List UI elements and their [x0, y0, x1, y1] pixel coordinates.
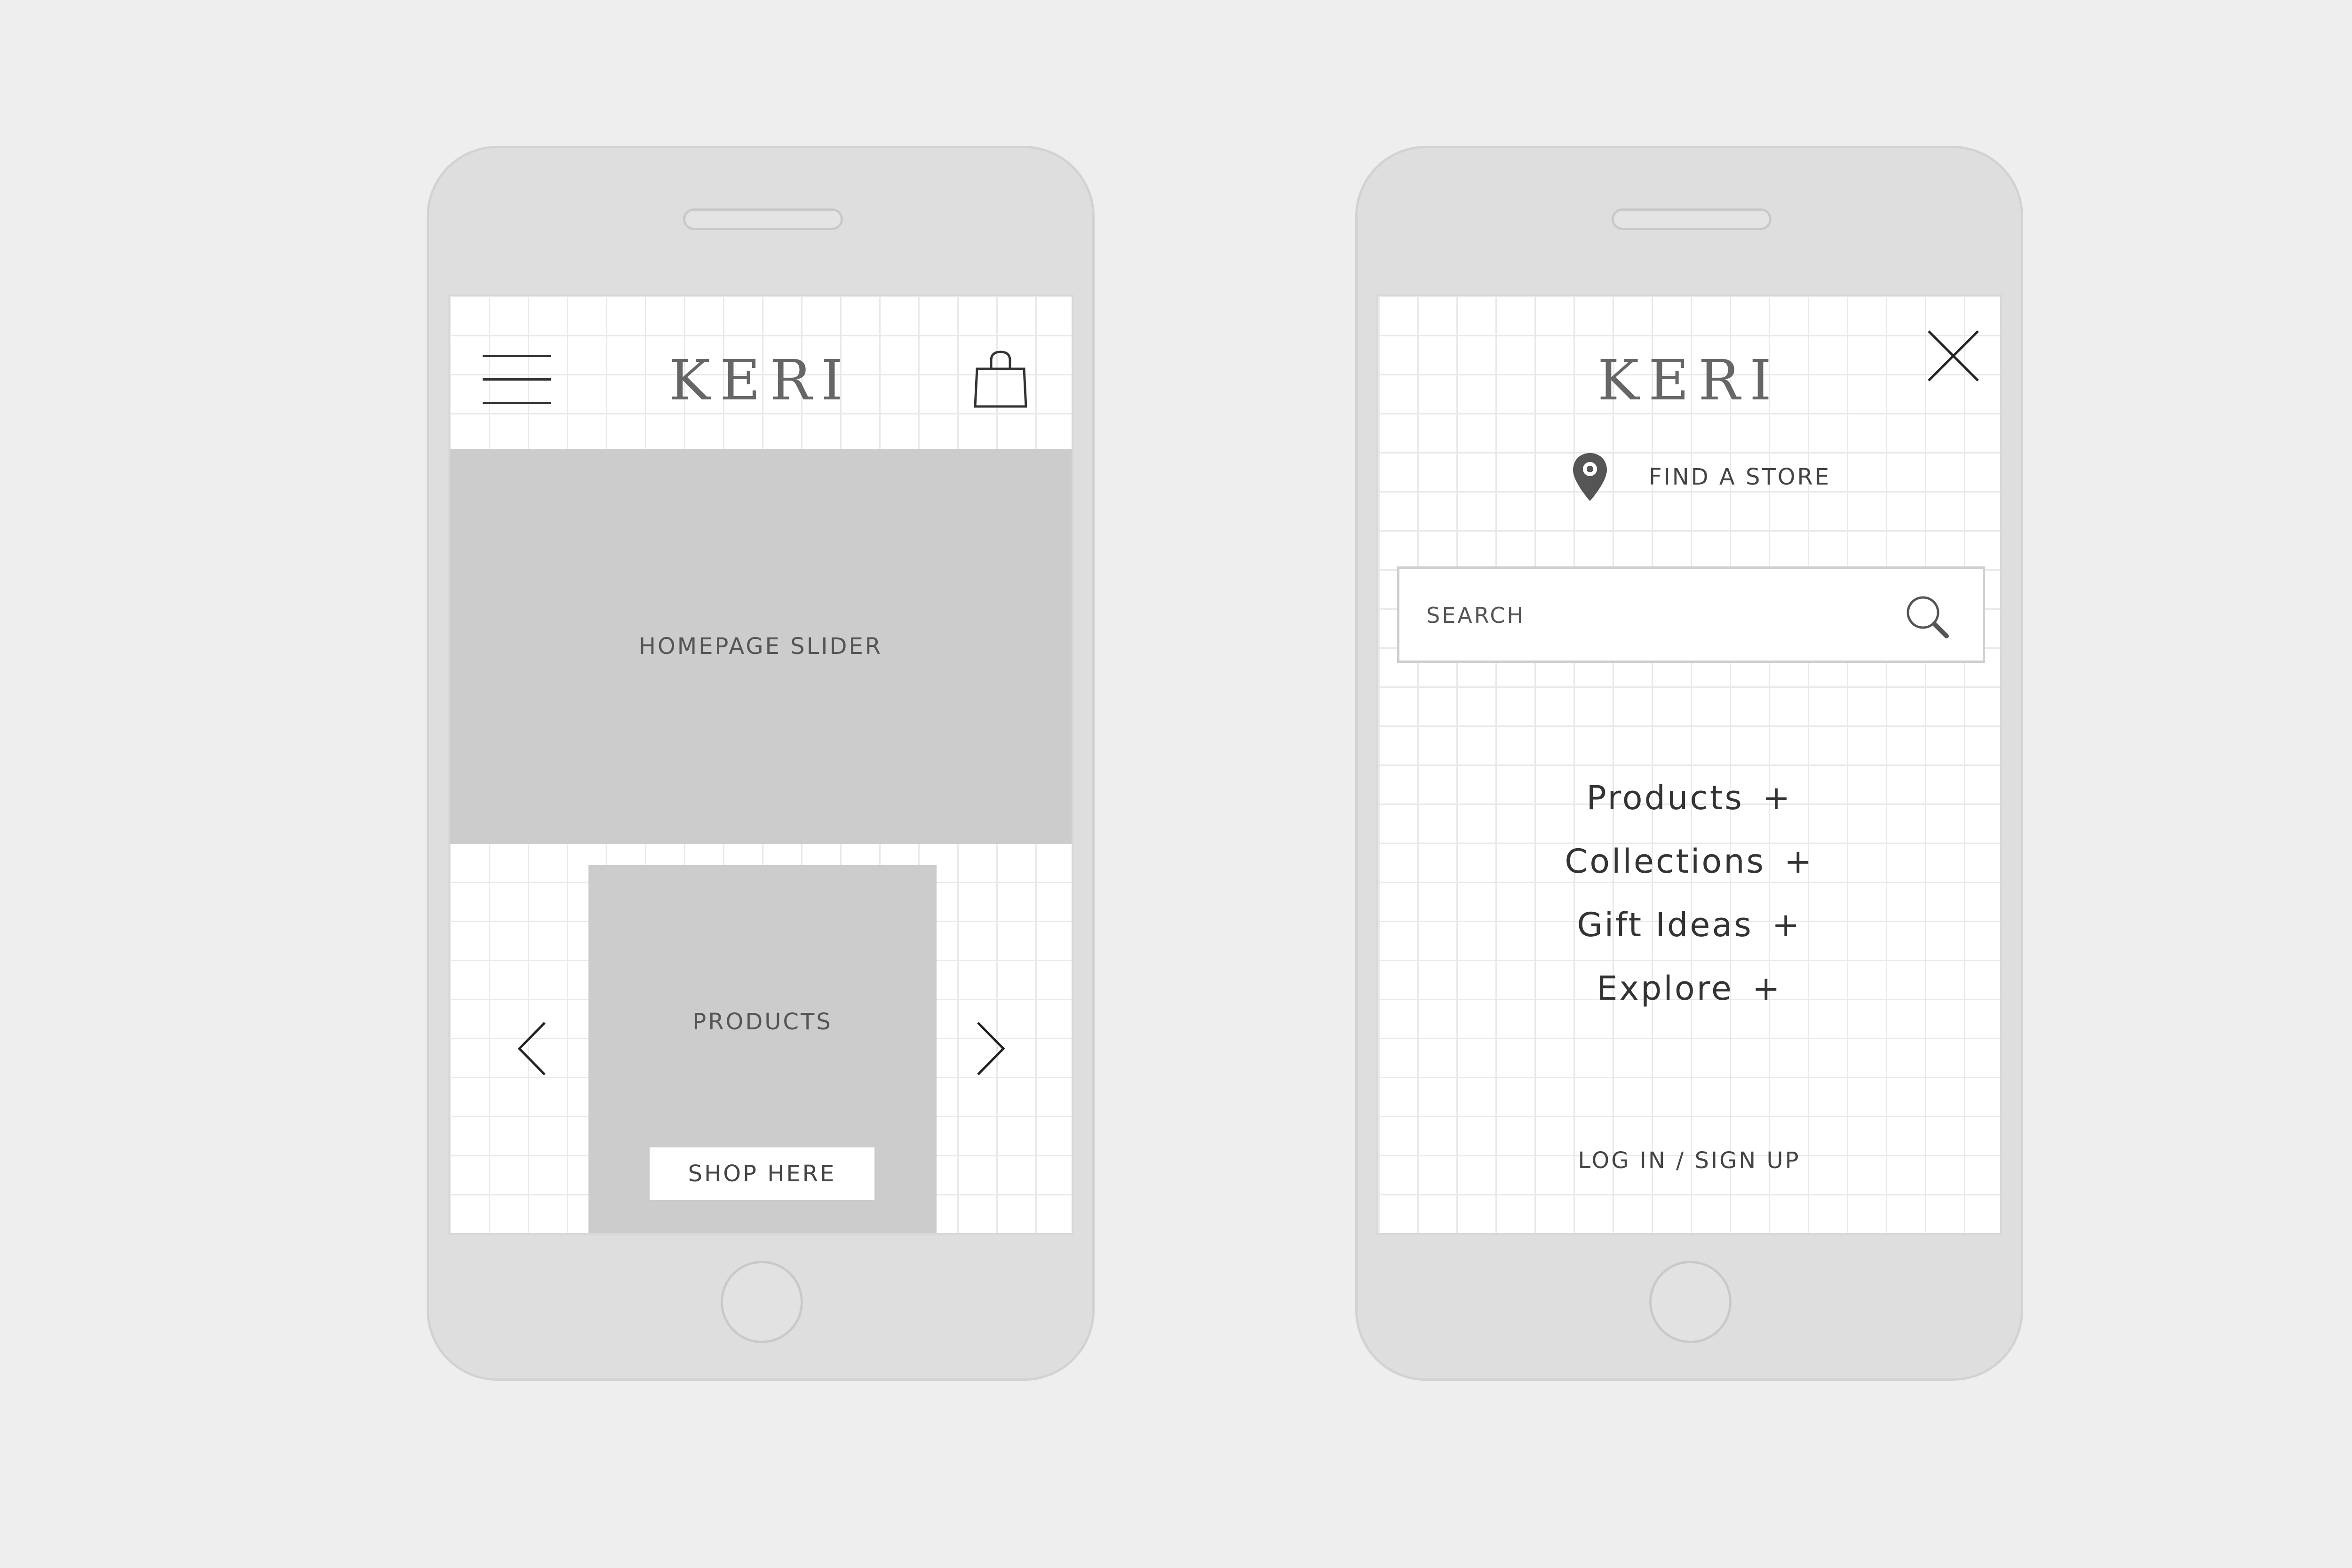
phone-speaker [683, 208, 843, 230]
main-menu: Products + Collections + Gift Ideas + Explo… [1378, 766, 2000, 1020]
login-signup-link[interactable]: LOG IN / SIGN UP [1378, 1147, 2000, 1174]
search-icon[interactable] [1905, 595, 1950, 639]
search-input[interactable] [1425, 569, 1898, 661]
brand-logo[interactable]: KERI [1378, 352, 2000, 408]
phone-menu: KERI FIND A STORE Products+ Collections+ [1355, 146, 2023, 1381]
expand-plus-icon[interactable]: + [1763, 779, 1792, 817]
product-card: PRODUCTS SHOP HERE [588, 865, 937, 1233]
expand-plus-icon[interactable]: + [1752, 969, 1782, 1008]
slider-label: HOMEPAGE SLIDER [638, 633, 883, 660]
phone-home-button[interactable] [1649, 1261, 1732, 1343]
products-label: PRODUCTS [692, 1009, 833, 1035]
menu-item-products[interactable]: Products + [1378, 766, 2000, 830]
chevron-right-icon[interactable] [974, 1020, 1007, 1077]
find-store-label: FIND A STORE [1649, 464, 1831, 490]
phone-home: KERI HOMEPAGE SLIDER PRODUCTS SHOP HERE [427, 146, 1095, 1381]
shopping-bag-icon[interactable] [974, 350, 1027, 409]
search-box [1397, 566, 1985, 663]
phone-speaker [1612, 208, 1772, 230]
expand-plus-icon[interactable]: + [1772, 906, 1802, 944]
menu-item-label: Products [1586, 779, 1744, 817]
homepage-slider[interactable]: HOMEPAGE SLIDER [450, 449, 1072, 844]
phone-home-button[interactable] [721, 1261, 803, 1343]
menu-item-collections[interactable]: Collections + [1378, 830, 2000, 893]
expand-plus-icon[interactable]: + [1784, 842, 1814, 881]
menu-item-label: Explore [1597, 969, 1733, 1008]
menu-item-label: Gift Ideas [1577, 906, 1753, 944]
menu-item-label: Collections [1565, 842, 1766, 881]
shop-here-button[interactable]: SHOP HERE [650, 1147, 874, 1200]
find-store-link[interactable]: FIND A STORE [1571, 451, 1831, 503]
menu-item-explore[interactable]: Explore + [1378, 957, 2000, 1020]
home-screen: KERI HOMEPAGE SLIDER PRODUCTS SHOP HERE [448, 294, 1073, 1235]
chevron-left-icon[interactable] [516, 1020, 548, 1077]
menu-screen: KERI FIND A STORE Products+ Collections+ [1376, 294, 2002, 1235]
location-pin-icon [1573, 453, 1607, 501]
menu-item-gift-ideas[interactable]: Gift Ideas + [1378, 893, 2000, 957]
